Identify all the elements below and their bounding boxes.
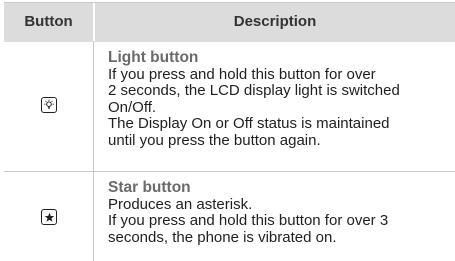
column-divider	[93, 42, 94, 261]
description-line: If you press and hold this button for ov…	[108, 212, 389, 229]
description-line: seconds, the phone is vibrated on.	[108, 228, 337, 246]
light-button-description: Light button If you press and hold this …	[108, 49, 453, 149]
light-bulb-icon	[41, 97, 57, 113]
star-icon	[41, 209, 57, 225]
table-header: Button Description	[4, 2, 455, 42]
description-line: Produces an asterisk.	[108, 195, 253, 213]
star-button-title: Star button	[108, 179, 191, 196]
star-button-description: Star button Produces an asterisk. If you…	[108, 179, 453, 246]
light-button-title: Light button	[108, 49, 199, 66]
header-description: Description	[233, 13, 317, 30]
description-line: If you press and hold this button for ov…	[108, 65, 376, 83]
description-line: The Display On or Off status is maintain…	[108, 115, 390, 132]
row-divider	[4, 171, 455, 172]
description-line: until you press the button again.	[108, 131, 321, 149]
button-description-table: Button Description Light button If you p…	[4, 0, 455, 261]
description-line: 2 seconds, the LCD display light is swit…	[108, 82, 400, 99]
description-line: On/Off.	[108, 98, 157, 116]
header-button: Button	[24, 13, 73, 30]
